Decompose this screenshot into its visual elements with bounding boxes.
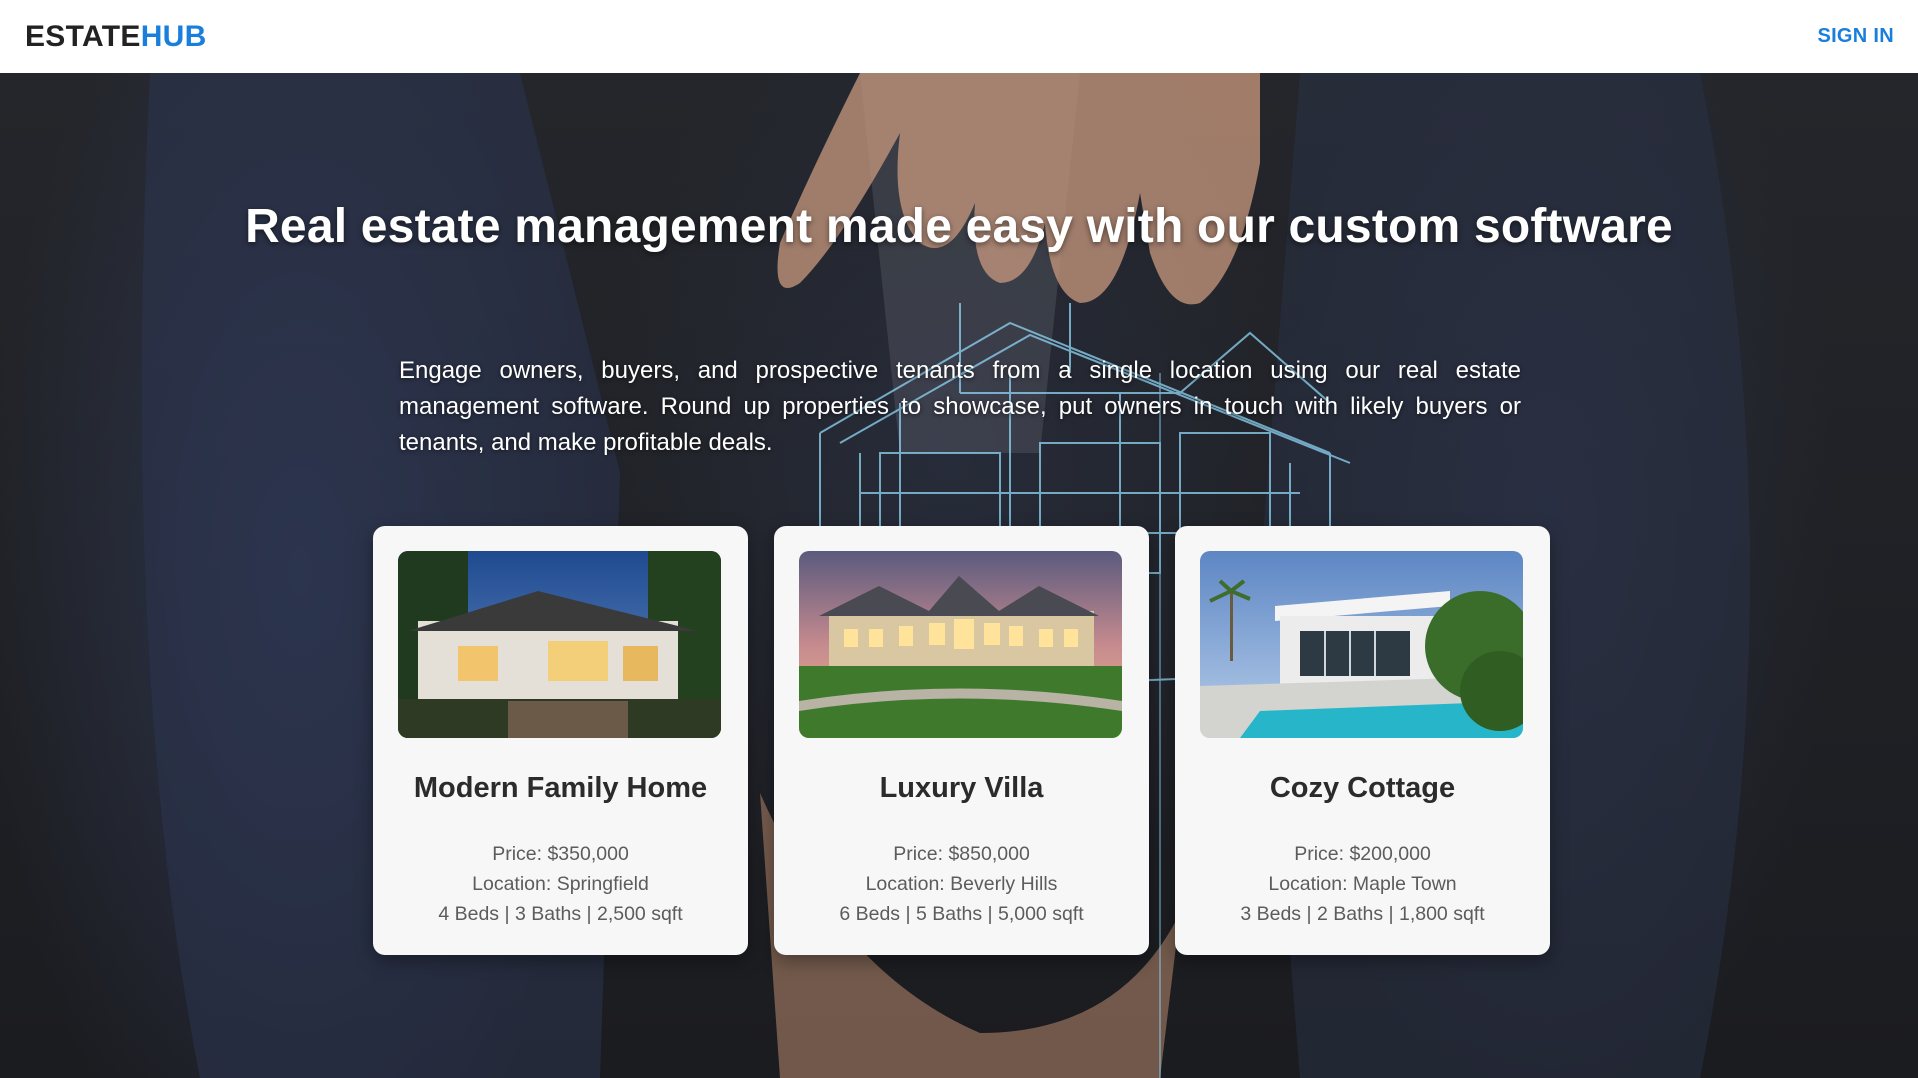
logo-text-hub: HUB — [140, 19, 207, 53]
hero-intro-text: Engage owners, buyers, and prospective t… — [399, 357, 1521, 456]
property-location: Location: Beverly Hills — [865, 873, 1058, 895]
property-title: Cozy Cottage — [1269, 772, 1456, 804]
hero-section: Real estate management made easy with ou… — [0, 73, 1918, 1078]
property-card[interactable]: Cozy Cottage Price: $200,000 Location: M… — [1175, 526, 1550, 955]
property-specs: 6 Beds | 5 Baths | 5,000 sqft — [839, 903, 1084, 925]
property-price: Price: $850,000 — [893, 843, 1030, 865]
property-card[interactable]: Modern Family Home Price: $350,000 Locat… — [373, 526, 748, 955]
sign-in-link[interactable]: SIGN IN — [1817, 25, 1894, 48]
property-cards: Modern Family Home Price: $350,000 Locat… — [373, 526, 1550, 955]
hero-headline: Real estate management made easy with ou… — [245, 200, 1673, 253]
property-details: Price: $850,000 Location: Beverly Hills … — [799, 839, 1124, 929]
property-specs: 4 Beds | 3 Baths | 2,500 sqft — [438, 903, 683, 925]
top-navbar: ESTATEHUB SIGN IN — [0, 0, 1918, 73]
property-title: Luxury Villa — [879, 772, 1044, 804]
site-logo[interactable]: ESTATEHUB — [25, 20, 207, 54]
property-details: Price: $200,000 Location: Maple Town 3 B… — [1200, 839, 1525, 929]
luxury-villa-photo — [799, 551, 1122, 738]
property-location: Location: Maple Town — [1268, 873, 1457, 895]
property-price: Price: $350,000 — [492, 843, 629, 865]
property-location: Location: Springfield — [472, 873, 649, 895]
property-title: Modern Family Home — [413, 772, 708, 804]
modern-family-home-photo — [398, 551, 721, 738]
cozy-cottage-photo — [1200, 551, 1523, 738]
property-specs: 3 Beds | 2 Baths | 1,800 sqft — [1240, 903, 1485, 925]
logo-text-estate: ESTATE — [25, 19, 141, 53]
property-details: Price: $350,000 Location: Springfield 4 … — [398, 839, 723, 929]
property-card[interactable]: Luxury Villa Price: $850,000 Location: B… — [774, 526, 1149, 955]
property-price: Price: $200,000 — [1294, 843, 1431, 865]
